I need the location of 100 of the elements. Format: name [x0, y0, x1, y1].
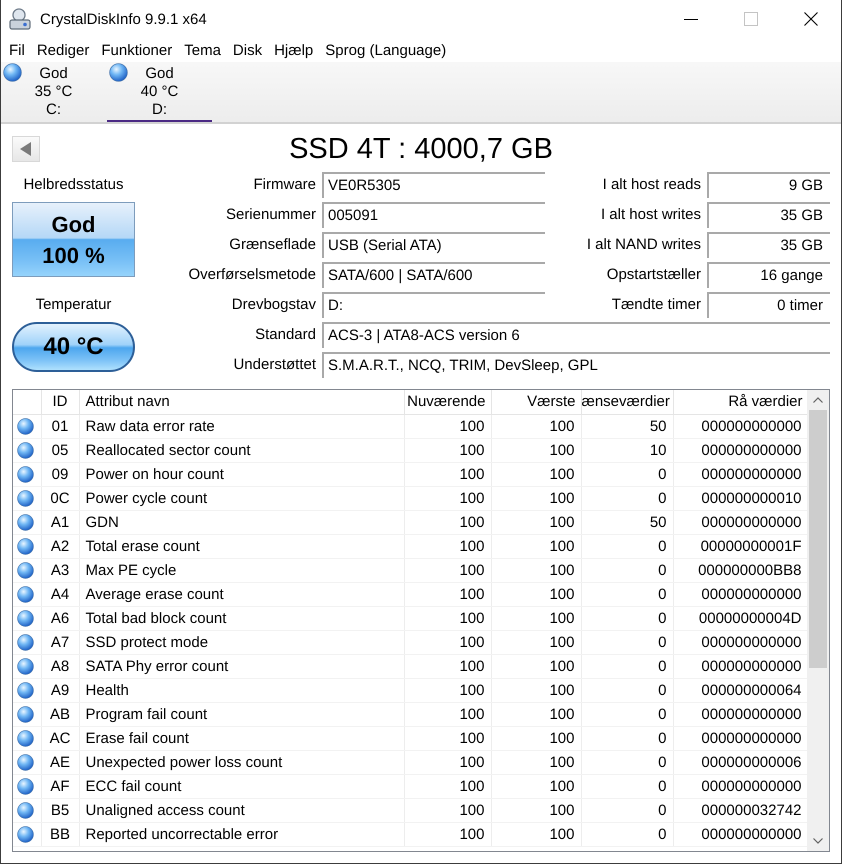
status-dot-icon: [17, 442, 34, 458]
table-cell: Power cycle count: [79, 486, 404, 510]
status-dot-icon: [17, 658, 34, 674]
table-cell: 100: [404, 462, 491, 486]
table-cell: 100: [491, 774, 581, 798]
table-cell: 100: [404, 654, 491, 678]
info-field: 9 GB: [707, 172, 830, 198]
field-label: Standard: [254, 325, 316, 345]
table-cell: 0: [581, 534, 673, 558]
table-cell: SSD protect mode: [79, 630, 404, 654]
info-field: 35 GB: [707, 202, 830, 228]
table-cell: 100: [491, 654, 581, 678]
table-cell: 0: [581, 726, 673, 750]
table-cell: 100: [404, 798, 491, 822]
status-dot-icon: [17, 826, 34, 842]
table-cell: 0: [581, 798, 673, 822]
status-dot-icon: [17, 802, 34, 818]
table-cell: 100: [491, 606, 581, 630]
table-cell: 100: [491, 534, 581, 558]
table-cell: 100: [491, 822, 581, 846]
column-header[interactable]: Nuværende: [404, 390, 491, 414]
table-cell: 0: [581, 582, 673, 606]
status-dot-icon: [17, 754, 34, 770]
table-cell: 100: [404, 558, 491, 582]
menu-item[interactable]: Sprog (Language): [319, 38, 452, 62]
table-cell: 0: [581, 678, 673, 702]
table-cell: AB: [41, 702, 79, 726]
disk-tab[interactable]: God 35 °C C:: [1, 62, 106, 122]
table-cell: 100: [491, 726, 581, 750]
table-cell: 0: [581, 462, 673, 486]
column-header[interactable]: Værste: [491, 390, 581, 414]
menu-item[interactable]: Funktioner: [95, 38, 178, 62]
table-cell: A2: [41, 534, 79, 558]
menu-item[interactable]: Tema: [178, 38, 227, 62]
table-cell: 50: [581, 510, 673, 534]
table-cell: A1: [41, 510, 79, 534]
status-dot-icon: [3, 63, 22, 82]
table-cell: 50: [581, 414, 673, 438]
status-dot-icon: [17, 586, 34, 602]
health-status-text: God: [52, 210, 96, 238]
status-dot-icon: [17, 634, 34, 650]
table-cell: 100: [491, 678, 581, 702]
table-cell: 100: [404, 774, 491, 798]
disk-tab[interactable]: God 40 °C D:: [107, 62, 212, 122]
table-cell: Max PE cycle: [79, 558, 404, 582]
window-title: CrystalDiskInfo 9.9.1 x64: [40, 10, 207, 28]
table-cell: 0: [581, 750, 673, 774]
scroll-thumb[interactable]: [809, 410, 827, 668]
menu-item[interactable]: Fil: [3, 38, 31, 62]
health-percent-text: 100 %: [42, 242, 105, 270]
column-header[interactable]: Attribut navn: [79, 390, 404, 414]
status-dot-icon: [17, 706, 34, 722]
table-cell: 0: [581, 486, 673, 510]
info-field: ACS-3 | ATA8-ACS version 6: [322, 322, 830, 348]
status-dot-icon: [109, 63, 128, 82]
status-dot-icon: [17, 418, 34, 434]
table-cell: 100: [491, 438, 581, 462]
field-label: I alt host writes: [600, 205, 701, 225]
menu-item[interactable]: Hjælp: [268, 38, 320, 62]
table-cell: 0: [581, 654, 673, 678]
table-cell: Total bad block count: [79, 606, 404, 630]
menu-item[interactable]: Disk: [226, 38, 268, 62]
status-dot-icon: [17, 562, 34, 578]
status-dot-icon: [17, 466, 34, 482]
table-cell: 100: [404, 582, 491, 606]
column-header[interactable]: ænseværdier: [581, 390, 673, 414]
table-cell: 10: [581, 438, 673, 462]
field-label: Serienummer: [224, 205, 316, 225]
table-cell: A6: [41, 606, 79, 630]
menu-item[interactable]: Rediger: [30, 38, 96, 62]
status-dot-icon: [17, 490, 34, 506]
field-label: I alt host reads: [602, 175, 701, 195]
field-label: Firmware: [252, 175, 316, 195]
disk-drive-icon: [8, 7, 32, 31]
field-label: Understøttet: [232, 355, 316, 375]
table-cell: A3: [41, 558, 79, 582]
minimize-icon: [684, 18, 698, 20]
table-cell: 100: [491, 630, 581, 654]
table-cell: AC: [41, 726, 79, 750]
table-cell: 100: [404, 630, 491, 654]
health-status-label: Helbredsstatus: [22, 175, 125, 195]
table-cell: 100: [491, 510, 581, 534]
table-cell: Reallocated sector count: [79, 438, 404, 462]
temperature-label: Temperatur: [34, 295, 112, 315]
chevron-up-icon: [813, 397, 823, 403]
table-cell: SATA Phy error count: [79, 654, 404, 678]
table-cell: B5: [41, 798, 79, 822]
table-cell: 09: [41, 462, 79, 486]
table-cell: 100: [404, 534, 491, 558]
table-cell: 100: [404, 750, 491, 774]
back-button[interactable]: [12, 136, 40, 162]
table-cell: GDN: [79, 510, 404, 534]
table-cell: 0C: [41, 486, 79, 510]
column-header[interactable]: ID: [41, 390, 79, 414]
table-cell: 100: [404, 438, 491, 462]
status-dot-icon: [17, 514, 34, 530]
status-dot-icon: [17, 778, 34, 794]
status-dot-icon: [17, 730, 34, 746]
scrollbar-track[interactable]: [807, 390, 829, 851]
table-cell: 100: [404, 486, 491, 510]
